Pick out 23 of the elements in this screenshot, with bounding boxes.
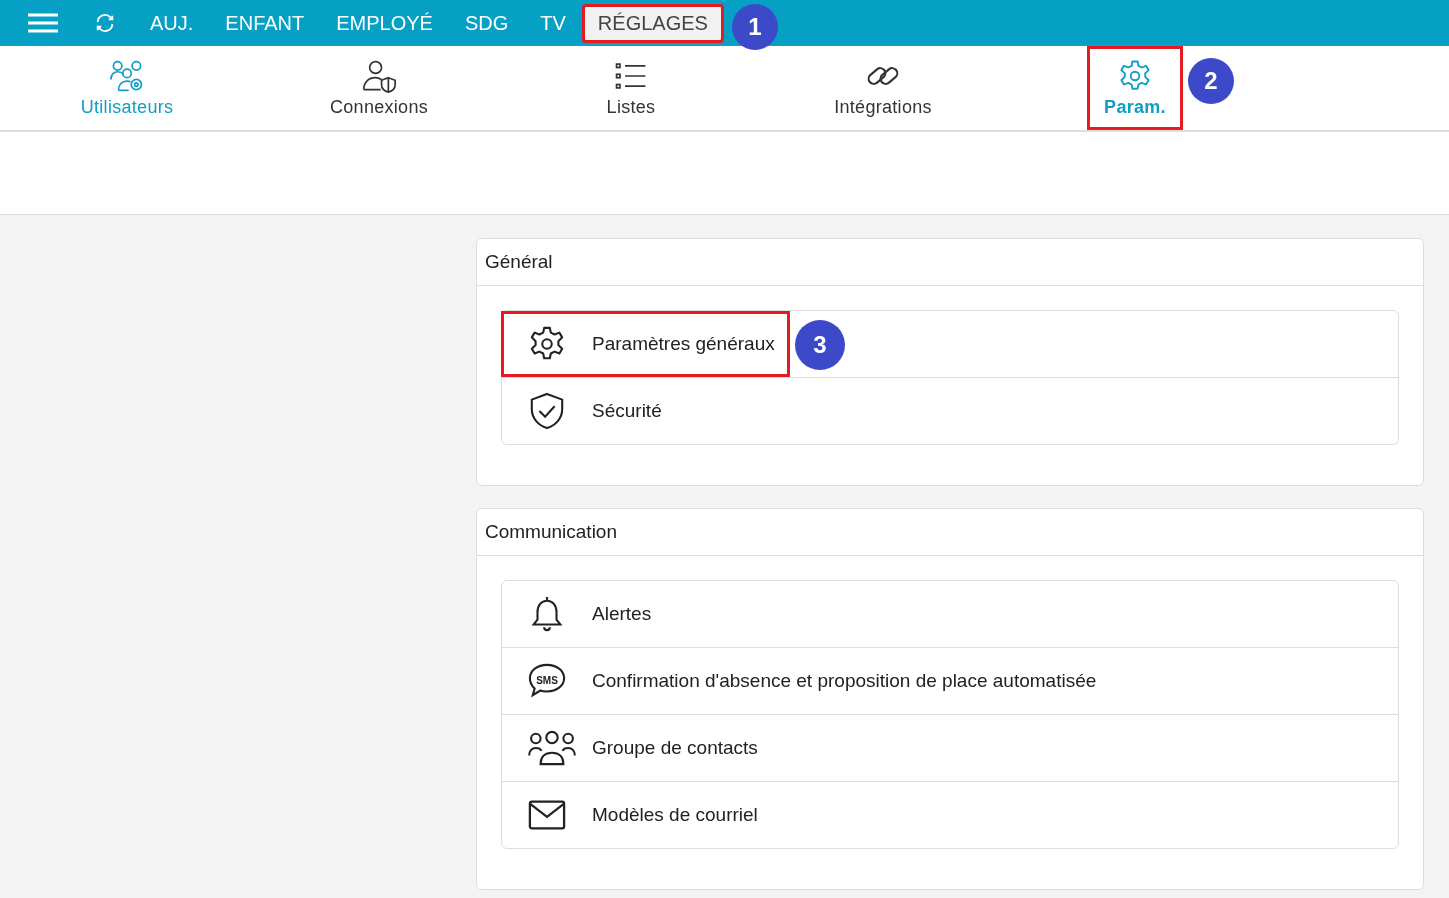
sub-tab[interactable]: Connexions bbox=[312, 46, 446, 130]
sms-bubble-icon: SMS bbox=[528, 662, 566, 700]
group-icon bbox=[528, 729, 576, 767]
card-title: Communication bbox=[477, 509, 1423, 556]
settings-list-item[interactable]: SMS Confirmation d'absence et proposition de place automatisée bbox=[502, 647, 1398, 714]
menu-tab[interactable]: RÉGLAGES bbox=[581, 3, 724, 43]
settings-list-item[interactable]: Groupe de contacts bbox=[502, 714, 1398, 781]
card-title: Général bbox=[477, 239, 1423, 286]
sub-tab[interactable]: Listes bbox=[589, 46, 673, 130]
users-gear-icon bbox=[110, 58, 144, 93]
settings-list-item[interactable]: Sécurité bbox=[502, 377, 1398, 444]
step-number: 2 bbox=[1187, 58, 1234, 104]
shield-check-icon bbox=[528, 392, 566, 430]
user-shield-icon bbox=[362, 58, 396, 93]
refresh-button[interactable] bbox=[94, 12, 116, 34]
step-number: 1 bbox=[731, 3, 778, 50]
settings-list-item[interactable]: Modèles de courriel bbox=[502, 781, 1398, 848]
settings-icon bbox=[1118, 58, 1152, 93]
sub-tab[interactable]: Intégrations bbox=[817, 46, 949, 130]
step-number: 3 bbox=[795, 320, 845, 370]
settings-list-item[interactable]: Alertes bbox=[502, 581, 1398, 647]
menu-button[interactable] bbox=[28, 13, 58, 33]
settings-list-item[interactable]: Paramètres généraux 3 bbox=[502, 311, 1398, 377]
